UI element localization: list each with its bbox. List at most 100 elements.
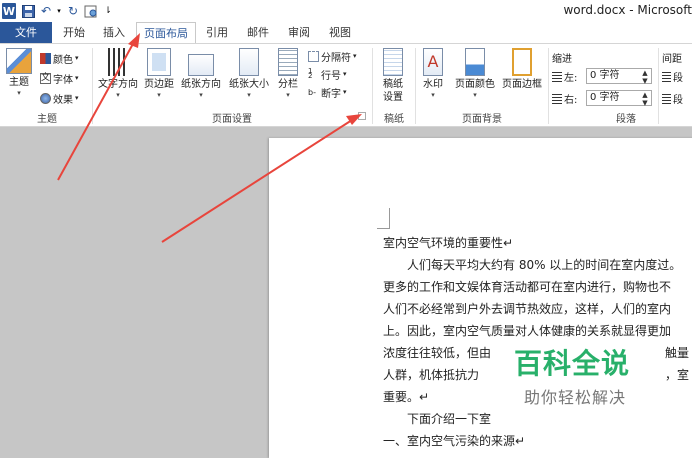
orientation-button[interactable]: 纸张方向 ▾ — [178, 48, 224, 99]
chevron-down-icon: ▾ — [157, 91, 161, 99]
chevron-down-icon: ▾ — [473, 91, 477, 99]
doc-line: 一、室内空气污染的来源↵ — [383, 434, 526, 448]
group-label-themes: 主题 — [37, 114, 57, 125]
chevron-down-icon: ▾ — [75, 74, 79, 82]
indent-left-spinner-icon[interactable]: ▲ ▼ — [640, 69, 650, 85]
chevron-down-icon: ▾ — [343, 70, 347, 78]
chevron-down-icon: ▾ — [75, 94, 79, 102]
indent-right-icon — [552, 92, 562, 104]
print-preview-icon[interactable] — [83, 3, 99, 19]
watermark-icon: A — [423, 48, 443, 76]
undo-icon[interactable]: ↶ — [38, 3, 54, 19]
line-numbers-icon: 12 — [308, 66, 313, 80]
group-separator — [415, 48, 416, 124]
page-setup-dialog-launcher-icon[interactable] — [358, 112, 366, 120]
size-button[interactable]: 纸张大小 ▾ — [226, 48, 272, 99]
doc-line-fragment: ，室 — [665, 368, 690, 382]
redo-icon[interactable]: ↻ — [66, 3, 80, 19]
theme-effects-button[interactable]: 效果 ▾ — [40, 90, 79, 106]
doc-line: 浓度往往较低，但由 — [383, 346, 492, 360]
doc-line: 上。因此，室内空气质量对人体健康的关系就显得更加 — [383, 324, 672, 338]
color-palette-icon — [40, 52, 51, 64]
group-separator — [372, 48, 373, 124]
spacing-before-label: 段 — [662, 68, 683, 84]
window-title: word.docx - Microsoft — [563, 3, 692, 17]
title-bar: W ↶ ▾ ↻ ⇂ word.docx - Microsoft — [0, 0, 692, 22]
group-separator — [548, 48, 549, 124]
page-borders-button[interactable]: 页面边框 — [499, 48, 545, 91]
chevron-down-icon: ▾ — [116, 91, 120, 99]
columns-button[interactable]: 分栏 ▾ — [274, 48, 302, 99]
doc-line: 重要。↵ — [383, 390, 430, 404]
tab-review[interactable]: 审阅 — [283, 22, 315, 43]
paint-bucket-icon — [465, 48, 485, 76]
watermark-subtitle: 助你轻松解决 — [524, 388, 627, 407]
indent-left-label: 左: — [552, 68, 577, 84]
ribbon-tabs: 文件 开始 插入 页面布局 引用 邮件 审阅 视图 — [0, 22, 692, 43]
margins-icon — [147, 48, 171, 76]
tab-insert[interactable]: 插入 — [98, 22, 130, 43]
spacing-label: 间距 — [662, 54, 682, 65]
text-direction-icon — [108, 48, 128, 76]
spacing-after-icon — [662, 92, 671, 104]
chevron-down-icon: ▾ — [199, 91, 203, 99]
line-numbers-button[interactable]: 12 行号 ▾ — [308, 66, 347, 82]
doc-line-fragment: 触量 — [665, 346, 690, 360]
themes-icon — [6, 48, 32, 74]
doc-line: 人们不必经常到户外去调节热效应，这样，人们的室内 — [383, 302, 672, 316]
doc-line: 下面介绍一下室 — [383, 412, 492, 426]
tab-home[interactable]: 开始 — [58, 22, 90, 43]
tab-view[interactable]: 视图 — [324, 22, 356, 43]
doc-heading: 室内空气环境的重要性↵ — [383, 236, 514, 250]
theme-fonts-button[interactable]: 文 字体 ▾ — [40, 70, 79, 86]
breaks-icon — [308, 50, 319, 62]
doc-line: 更多的工作和文娱体育活动都可在室内进行，购物也不 — [383, 280, 672, 294]
breaks-button[interactable]: 分隔符 ▾ — [308, 48, 357, 64]
word-logo-icon: W — [2, 3, 16, 19]
spacing-after-label: 段 — [662, 90, 683, 106]
effects-icon — [40, 92, 51, 104]
tab-mailings[interactable]: 邮件 — [242, 22, 274, 43]
tab-file[interactable]: 文件 — [0, 22, 52, 43]
theme-colors-button[interactable]: 颜色 ▾ — [40, 50, 79, 66]
indent-right-label: 右: — [552, 90, 577, 106]
font-icon: 文 — [40, 72, 51, 84]
customize-toolbar-icon[interactable]: ⇂ — [103, 3, 113, 19]
tab-references[interactable]: 引用 — [202, 22, 232, 43]
ribbon: 主题 ▾ 颜色 ▾ 文 字体 ▾ 效果 ▾ 主题 文字方向 ▾ 页边距 ▾ 纸张方向 … — [0, 43, 692, 127]
group-label-draft: 稿纸 — [384, 114, 404, 125]
group-label-paragraph: 段落 — [616, 114, 636, 125]
paper-size-icon — [239, 48, 259, 76]
indent-right-spinner-icon[interactable]: ▲ ▼ — [640, 91, 650, 107]
save-icon[interactable] — [21, 3, 35, 19]
chevron-down-icon: ▾ — [343, 88, 347, 96]
document-page[interactable]: 室内空气环境的重要性↵ 人们每天平均大约有 80% 以上的时间在室内度过。 更多… — [269, 138, 692, 458]
page-color-button[interactable]: 页面颜色 ▾ — [452, 48, 498, 99]
hyphenation-icon: b- — [308, 87, 316, 97]
doc-line: 人们每天平均大约有 80% 以上的时间在室内度过。 — [383, 258, 682, 272]
spacing-before-icon — [662, 70, 671, 82]
draft-settings-button[interactable]: 稿纸 设置 — [376, 48, 410, 104]
themes-button[interactable]: 主题 ▾ — [4, 48, 34, 97]
chevron-down-icon: ▾ — [17, 89, 21, 97]
columns-icon — [278, 48, 298, 76]
watermark-button[interactable]: A 水印 ▾ — [418, 48, 448, 99]
undo-dropdown-icon[interactable]: ▾ — [55, 3, 63, 19]
group-label-page-setup: 页面设置 — [212, 114, 252, 125]
chevron-down-icon: ▾ — [247, 91, 251, 99]
doc-line: 人群，机体抵抗力 — [383, 368, 480, 382]
hyphenation-button[interactable]: b- 断字 ▾ — [308, 84, 347, 100]
tab-page-layout[interactable]: 页面布局 — [136, 22, 196, 43]
margins-button[interactable]: 页边距 ▾ — [142, 48, 176, 99]
chevron-down-icon: ▾ — [353, 52, 357, 60]
chevron-down-icon: ▾ — [286, 91, 290, 99]
group-separator — [92, 48, 93, 124]
text-direction-button[interactable]: 文字方向 ▾ — [96, 48, 140, 99]
indent-left-icon — [552, 70, 562, 82]
group-label-page-background: 页面背景 — [462, 114, 502, 125]
draft-paper-icon — [383, 48, 403, 76]
chevron-down-icon: ▾ — [431, 91, 435, 99]
indent-label: 缩进 — [552, 54, 572, 65]
margin-corner-mark — [377, 208, 390, 229]
orientation-icon — [188, 54, 214, 76]
